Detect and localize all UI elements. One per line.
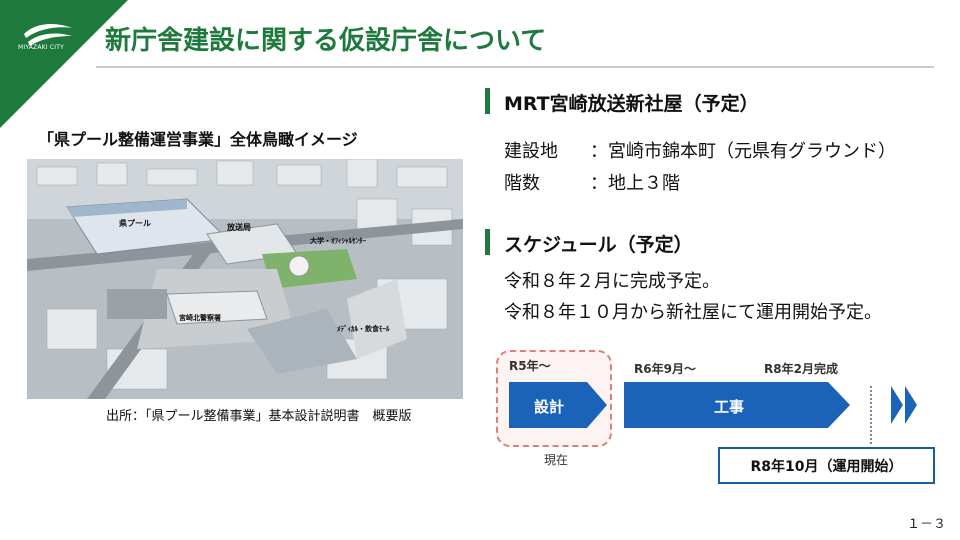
construction-start-label: R6年9月～: [634, 362, 696, 376]
section-marker: [485, 229, 490, 255]
label-media: ﾒﾃﾞｨｶﾙ・飲食ﾓｰﾙ: [337, 324, 390, 333]
construction-arrow-label: 工事: [713, 398, 744, 416]
schedule-heading: スケジュール（予定）: [504, 234, 693, 256]
detail-row-floors: 階数 ：地上３階: [504, 169, 680, 195]
timeline-divider: [870, 386, 872, 444]
image-caption: 「県プール整備運営事業」全体鳥瞰イメージ: [38, 130, 358, 149]
page-title: 新庁舎建設に関する仮設庁舎について: [105, 26, 547, 56]
image-source: 出所：「県プール整備事業」基本設計説明書 概要版: [106, 409, 412, 424]
current-label: 現在: [544, 453, 569, 467]
aerial-view-image: 県プール 放送局 大学・ｵﾌｨｼｬﾙｾﾝﾀｰ 宮崎北警察署 ﾒﾃﾞｨｶﾙ・飲食ﾓ…: [27, 159, 463, 399]
label-pool: 県プール: [119, 218, 151, 228]
schedule-line: 令和８年２月に完成予定。: [504, 271, 720, 292]
design-start-label: R5年～: [509, 359, 551, 373]
operation-start-box: R8年10月（運用開始）: [718, 447, 935, 484]
completion-label: R8年2月完成: [764, 362, 838, 376]
title-divider: [96, 66, 934, 68]
detail-label: 階数: [504, 173, 540, 194]
logo-text: MIYAZAKI CITY: [18, 44, 64, 51]
page-number: １－３: [906, 517, 946, 532]
detail-row-location: 建設地 ：宮崎市錦本町（元県有グラウンド）: [504, 137, 896, 163]
design-arrow-label: 設計: [533, 398, 564, 416]
section-marker: [485, 88, 490, 114]
continue-arrows-icon: [891, 386, 917, 424]
label-broadcast: 放送局: [226, 222, 251, 232]
detail-value: ：地上３階: [590, 173, 680, 194]
detail-label: 建設地: [504, 141, 558, 162]
label-police: 宮崎北警察署: [179, 313, 221, 322]
building-heading: MRT宮崎放送新社屋（予定）: [504, 93, 759, 115]
detail-value: ：宮崎市錦本町（元県有グラウンド）: [590, 141, 896, 162]
schedule-line: 令和８年１０月から新社屋にて運用開始予定。: [504, 302, 882, 323]
label-university: 大学・ｵﾌｨｼｬﾙｾﾝﾀｰ: [310, 236, 366, 245]
